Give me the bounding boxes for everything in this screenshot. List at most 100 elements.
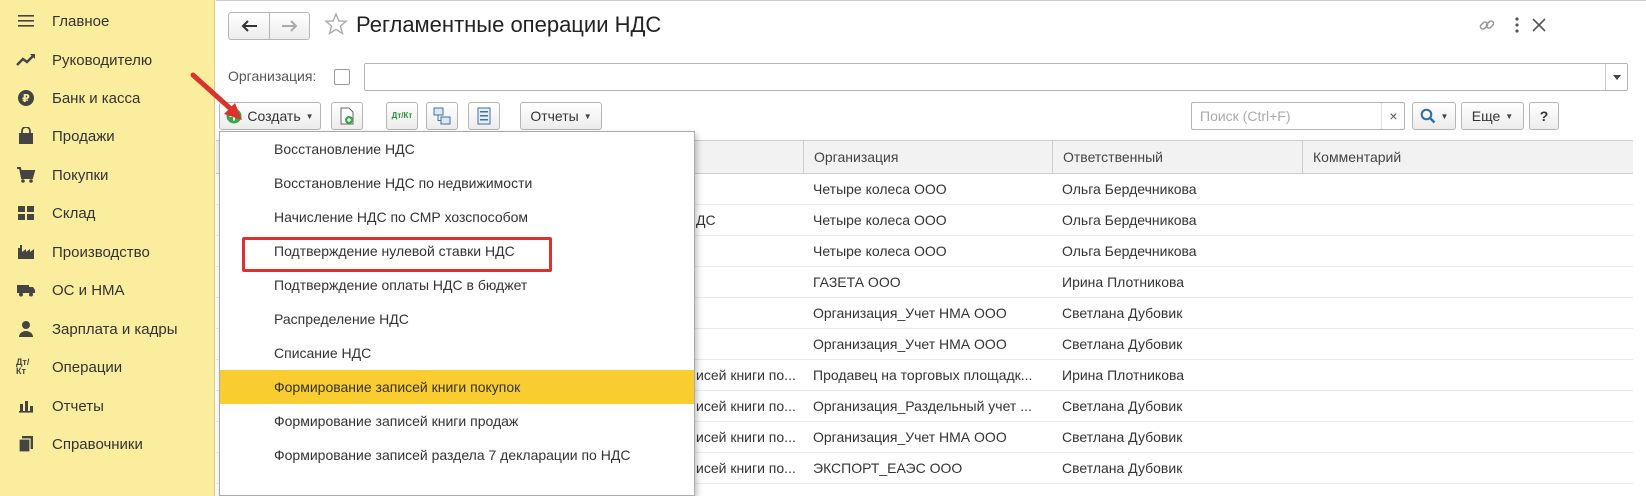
chevron-down-icon <box>1612 74 1621 80</box>
menu-item[interactable]: Списание НДС <box>220 336 694 370</box>
coin-icon: ₽ <box>16 88 36 108</box>
favorite-star-icon[interactable] <box>324 12 350 38</box>
cell-organization: Организация_Учет НМА ООО <box>813 336 1007 352</box>
sidebar-item-warehouse[interactable]: Склад <box>0 193 215 233</box>
document-add-icon <box>340 107 354 125</box>
cell-partial-name <box>690 298 803 329</box>
create-dropdown-menu: Восстановление НДС Восстановление НДС по … <box>219 131 695 496</box>
copy-document-button[interactable] <box>331 102 363 130</box>
sidebar-item-main[interactable]: Главное <box>0 1 215 41</box>
sidebar-item-production[interactable]: Производство <box>0 232 215 272</box>
more-options-icon[interactable] <box>1506 14 1528 36</box>
reports-button-label: Отчеты <box>530 108 579 124</box>
cell-responsible: Светлана Дубовик <box>1062 336 1183 352</box>
cell-partial-name: исей книги по... <box>696 460 796 476</box>
cell-partial-name <box>690 174 803 205</box>
org-filter-field[interactable] <box>364 63 1628 91</box>
sidebar-item-manager[interactable]: Руководителю <box>0 40 215 80</box>
sidebar-item-label: Покупки <box>52 166 109 184</box>
list-view-button[interactable] <box>468 102 500 130</box>
cell-partial-name <box>690 267 803 298</box>
menu-item[interactable]: Начисление НДС по СМР хозспособом <box>220 200 694 234</box>
sidebar-item-label: Главное <box>52 12 110 30</box>
debit-credit-icon: Дт/Кт <box>16 357 36 377</box>
cell-partial-name <box>690 329 803 360</box>
menu-item[interactable]: Подтверждение нулевой ставки НДС <box>220 234 694 268</box>
trend-up-icon <box>16 50 36 70</box>
create-button-label: Создать <box>247 108 301 124</box>
org-dropdown-button[interactable] <box>1605 64 1627 90</box>
sidebar-item-label: Операции <box>52 358 123 376</box>
sidebar-item-reports[interactable]: Отчеты <box>0 386 215 426</box>
page-title: Регламентные операции НДС <box>356 12 662 37</box>
sidebar-item-salary[interactable]: Зарплата и кадры <box>0 309 215 349</box>
menu-item[interactable]: Подтверждение оплаты НДС в бюджет <box>220 268 694 302</box>
bag-icon <box>16 126 36 146</box>
more-button[interactable]: Еще ▼ <box>1461 102 1524 130</box>
menu-item[interactable]: Распределение НДС <box>220 302 694 336</box>
person-icon <box>16 319 36 339</box>
menu-item[interactable]: Восстановление НДС <box>220 132 694 166</box>
menu-item[interactable]: Формирование записей книги покупок <box>220 370 694 404</box>
cell-responsible: Светлана Дубовик <box>1062 460 1183 476</box>
sidebar-item-bank[interactable]: ₽ Банк и касса <box>0 78 215 118</box>
column-header-responsible[interactable]: Ответственный <box>1052 141 1302 173</box>
column-header-comment[interactable]: Комментарий <box>1302 141 1633 173</box>
column-header-organization[interactable]: Организация <box>803 141 1052 173</box>
search-button[interactable]: ▼ <box>1412 102 1456 130</box>
sidebar-item-purchases[interactable]: Покупки <box>0 155 215 195</box>
cell-comment <box>1302 422 1633 453</box>
cell-organization: Четыре колеса ООО <box>813 212 947 228</box>
cell-organization: ЭКСПОРТ_ЕАЭС ООО <box>813 460 963 476</box>
cell-organization: ГАЗЕТА ООО <box>813 274 901 290</box>
cell-responsible: Ирина Плотникова <box>1062 274 1185 290</box>
help-button[interactable]: ? <box>1529 102 1559 130</box>
menu-item[interactable]: Формирование записей раздела 7 деклараци… <box>220 438 694 472</box>
warehouse-icon <box>16 203 36 223</box>
cell-partial-name <box>690 236 803 267</box>
cell-responsible: Светлана Дубовик <box>1062 398 1183 414</box>
cell-organization: Четыре колеса ООО <box>813 243 947 259</box>
search-clear-button[interactable]: × <box>1381 103 1405 129</box>
forward-button[interactable] <box>269 13 309 39</box>
cell-partial-name: исей книги по... <box>696 429 796 445</box>
sidebar-item-sales[interactable]: Продажи <box>0 116 215 156</box>
close-icon[interactable] <box>1528 14 1550 36</box>
chevron-down-icon: ▼ <box>1440 111 1449 121</box>
debit-credit-glyph: Дт/Кт <box>16 357 30 376</box>
cell-partial-name: исей книги по... <box>696 367 796 383</box>
sidebar-item-directories[interactable]: Справочники <box>0 424 215 464</box>
sidebar: Главное Руководителю ₽ Банк и касса Прод… <box>0 0 215 496</box>
menu-item[interactable]: Формирование записей книги продаж <box>220 404 694 438</box>
cell-comment <box>1302 360 1633 391</box>
cell-comment <box>1302 329 1633 360</box>
cell-partial-name: ДС <box>696 212 716 228</box>
cell-responsible: Ольга Бердечникова <box>1062 243 1197 259</box>
books-icon <box>16 434 36 454</box>
cell-organization: Продавец на торговых площадк... <box>813 367 1033 383</box>
menu-icon <box>16 11 36 31</box>
menu-item[interactable]: Восстановление НДС по недвижимости <box>220 166 694 200</box>
cart-icon <box>16 165 36 185</box>
cell-comment <box>1302 453 1633 484</box>
sidebar-item-label: Руководителю <box>52 51 153 69</box>
sidebar-item-operations[interactable]: Дт/Кт Операции <box>0 347 215 387</box>
sidebar-item-label: Продажи <box>52 127 115 145</box>
link-icon[interactable] <box>1476 14 1498 36</box>
chevron-down-icon: ▼ <box>1505 111 1514 121</box>
sidebar-item-label: ОС и НМА <box>52 281 125 299</box>
truck-icon <box>16 280 36 300</box>
reports-button[interactable]: Отчеты ▼ <box>520 102 602 130</box>
cell-organization: Организация_Учет НМА ООО <box>813 429 1007 445</box>
search-input[interactable] <box>1191 102 1405 130</box>
chevron-down-icon: ▼ <box>583 111 592 121</box>
structure-button[interactable] <box>426 102 458 130</box>
org-filter-checkbox[interactable] <box>334 69 350 85</box>
sidebar-item-fixed-assets[interactable]: ОС и НМА <box>0 270 215 310</box>
back-button[interactable] <box>229 13 269 39</box>
close-icon: × <box>1389 108 1398 124</box>
cell-comment <box>1302 205 1633 236</box>
cell-responsible: Светлана Дубовик <box>1062 429 1183 445</box>
top-divider <box>216 0 1646 1</box>
postings-button[interactable]: Дт/Кт <box>386 102 418 130</box>
